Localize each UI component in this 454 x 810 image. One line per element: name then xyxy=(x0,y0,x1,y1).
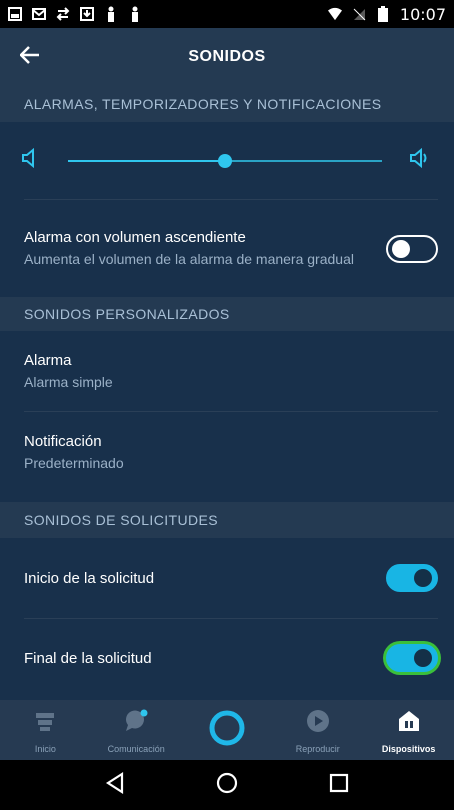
request-start-row[interactable]: Inicio de la solicitud xyxy=(0,538,454,618)
nav-communication[interactable]: Comunicación xyxy=(91,700,182,760)
nav-devices-label: Dispositivos xyxy=(381,744,436,754)
no-sim-icon xyxy=(352,7,366,21)
back-arrow-icon xyxy=(19,45,40,69)
volume-high-icon xyxy=(410,147,432,173)
notification-sound-title: Notificación xyxy=(24,432,102,450)
request-start-title: Inicio de la solicitud xyxy=(24,569,155,587)
section-header-request-sounds: SONIDOS DE SOLICITUDES xyxy=(0,502,454,538)
bottom-nav: Inicio Comunicación Reproducir Dispositi… xyxy=(0,700,454,760)
nav-home[interactable]: Inicio xyxy=(0,700,91,760)
volume-slider[interactable] xyxy=(68,153,382,168)
image-icon xyxy=(8,7,22,21)
nav-play[interactable]: Reproducir xyxy=(272,700,363,760)
battery-icon xyxy=(376,6,390,22)
mail-icon xyxy=(32,7,46,21)
page-title: SONIDOS xyxy=(188,48,266,65)
section-header-alarms: ALARMAS, TEMPORIZADORES Y NOTIFICACIONES xyxy=(0,86,454,122)
settings-content[interactable]: ALARMAS, TEMPORIZADORES Y NOTIFICACIONES… xyxy=(0,86,454,700)
alexa-ring-icon xyxy=(207,708,247,753)
figure-icon xyxy=(104,6,118,22)
toggle-knob xyxy=(414,649,432,667)
wifi-icon xyxy=(327,7,342,21)
figure-icon xyxy=(128,6,142,22)
play-icon xyxy=(306,709,330,738)
ascending-volume-row[interactable]: Alarma con volumen ascendiente Aumenta e… xyxy=(0,200,454,297)
volume-low-icon xyxy=(22,147,40,173)
volume-slider-knob[interactable] xyxy=(218,153,232,168)
section-header-custom-sounds: SONIDOS PERSONALIZADOS xyxy=(0,297,454,331)
ascending-volume-title: Alarma con volumen ascendiente xyxy=(24,229,246,246)
system-back-button[interactable] xyxy=(105,771,125,799)
app-header: SONIDOS xyxy=(0,28,454,86)
request-start-toggle[interactable] xyxy=(386,564,438,592)
home-icon xyxy=(34,711,56,738)
volume-row xyxy=(0,122,454,199)
toggle-knob xyxy=(414,569,432,587)
back-button[interactable] xyxy=(0,28,60,86)
request-end-title: Final de la solicitud xyxy=(24,649,152,667)
request-end-row[interactable]: Final de la solicitud xyxy=(0,619,454,697)
nav-communication-label: Comunicación xyxy=(107,744,165,754)
alexa-button[interactable] xyxy=(182,700,273,760)
system-home-button[interactable] xyxy=(216,772,238,799)
nav-devices[interactable]: Dispositivos xyxy=(363,700,454,760)
transfer-icon xyxy=(56,7,70,21)
status-time: 10:07 xyxy=(399,4,446,24)
nav-home-label: Inicio xyxy=(34,744,56,754)
alarm-sound-row[interactable]: Alarma Alarma simple xyxy=(0,331,454,411)
request-end-toggle[interactable] xyxy=(386,644,438,672)
ascending-volume-toggle[interactable] xyxy=(386,234,438,263)
notification-sound-value: Predeterminado xyxy=(24,454,124,471)
status-bar: 10:07 xyxy=(0,0,454,28)
notification-sound-row[interactable]: Notificación Predeterminado xyxy=(0,412,454,492)
download-icon xyxy=(80,7,94,21)
toggle-knob xyxy=(392,239,410,258)
chat-icon xyxy=(123,709,149,738)
alarm-sound-title: Alarma xyxy=(24,351,72,369)
devices-icon xyxy=(397,709,421,738)
nav-play-label: Reproducir xyxy=(295,744,340,754)
system-recents-button[interactable] xyxy=(329,773,349,798)
system-nav-bar xyxy=(0,760,454,810)
alarm-sound-value: Alarma simple xyxy=(24,373,113,390)
ascending-volume-subtitle: Aumenta el volumen de la alarma de maner… xyxy=(24,251,354,267)
volume-slider-fill xyxy=(68,159,225,162)
